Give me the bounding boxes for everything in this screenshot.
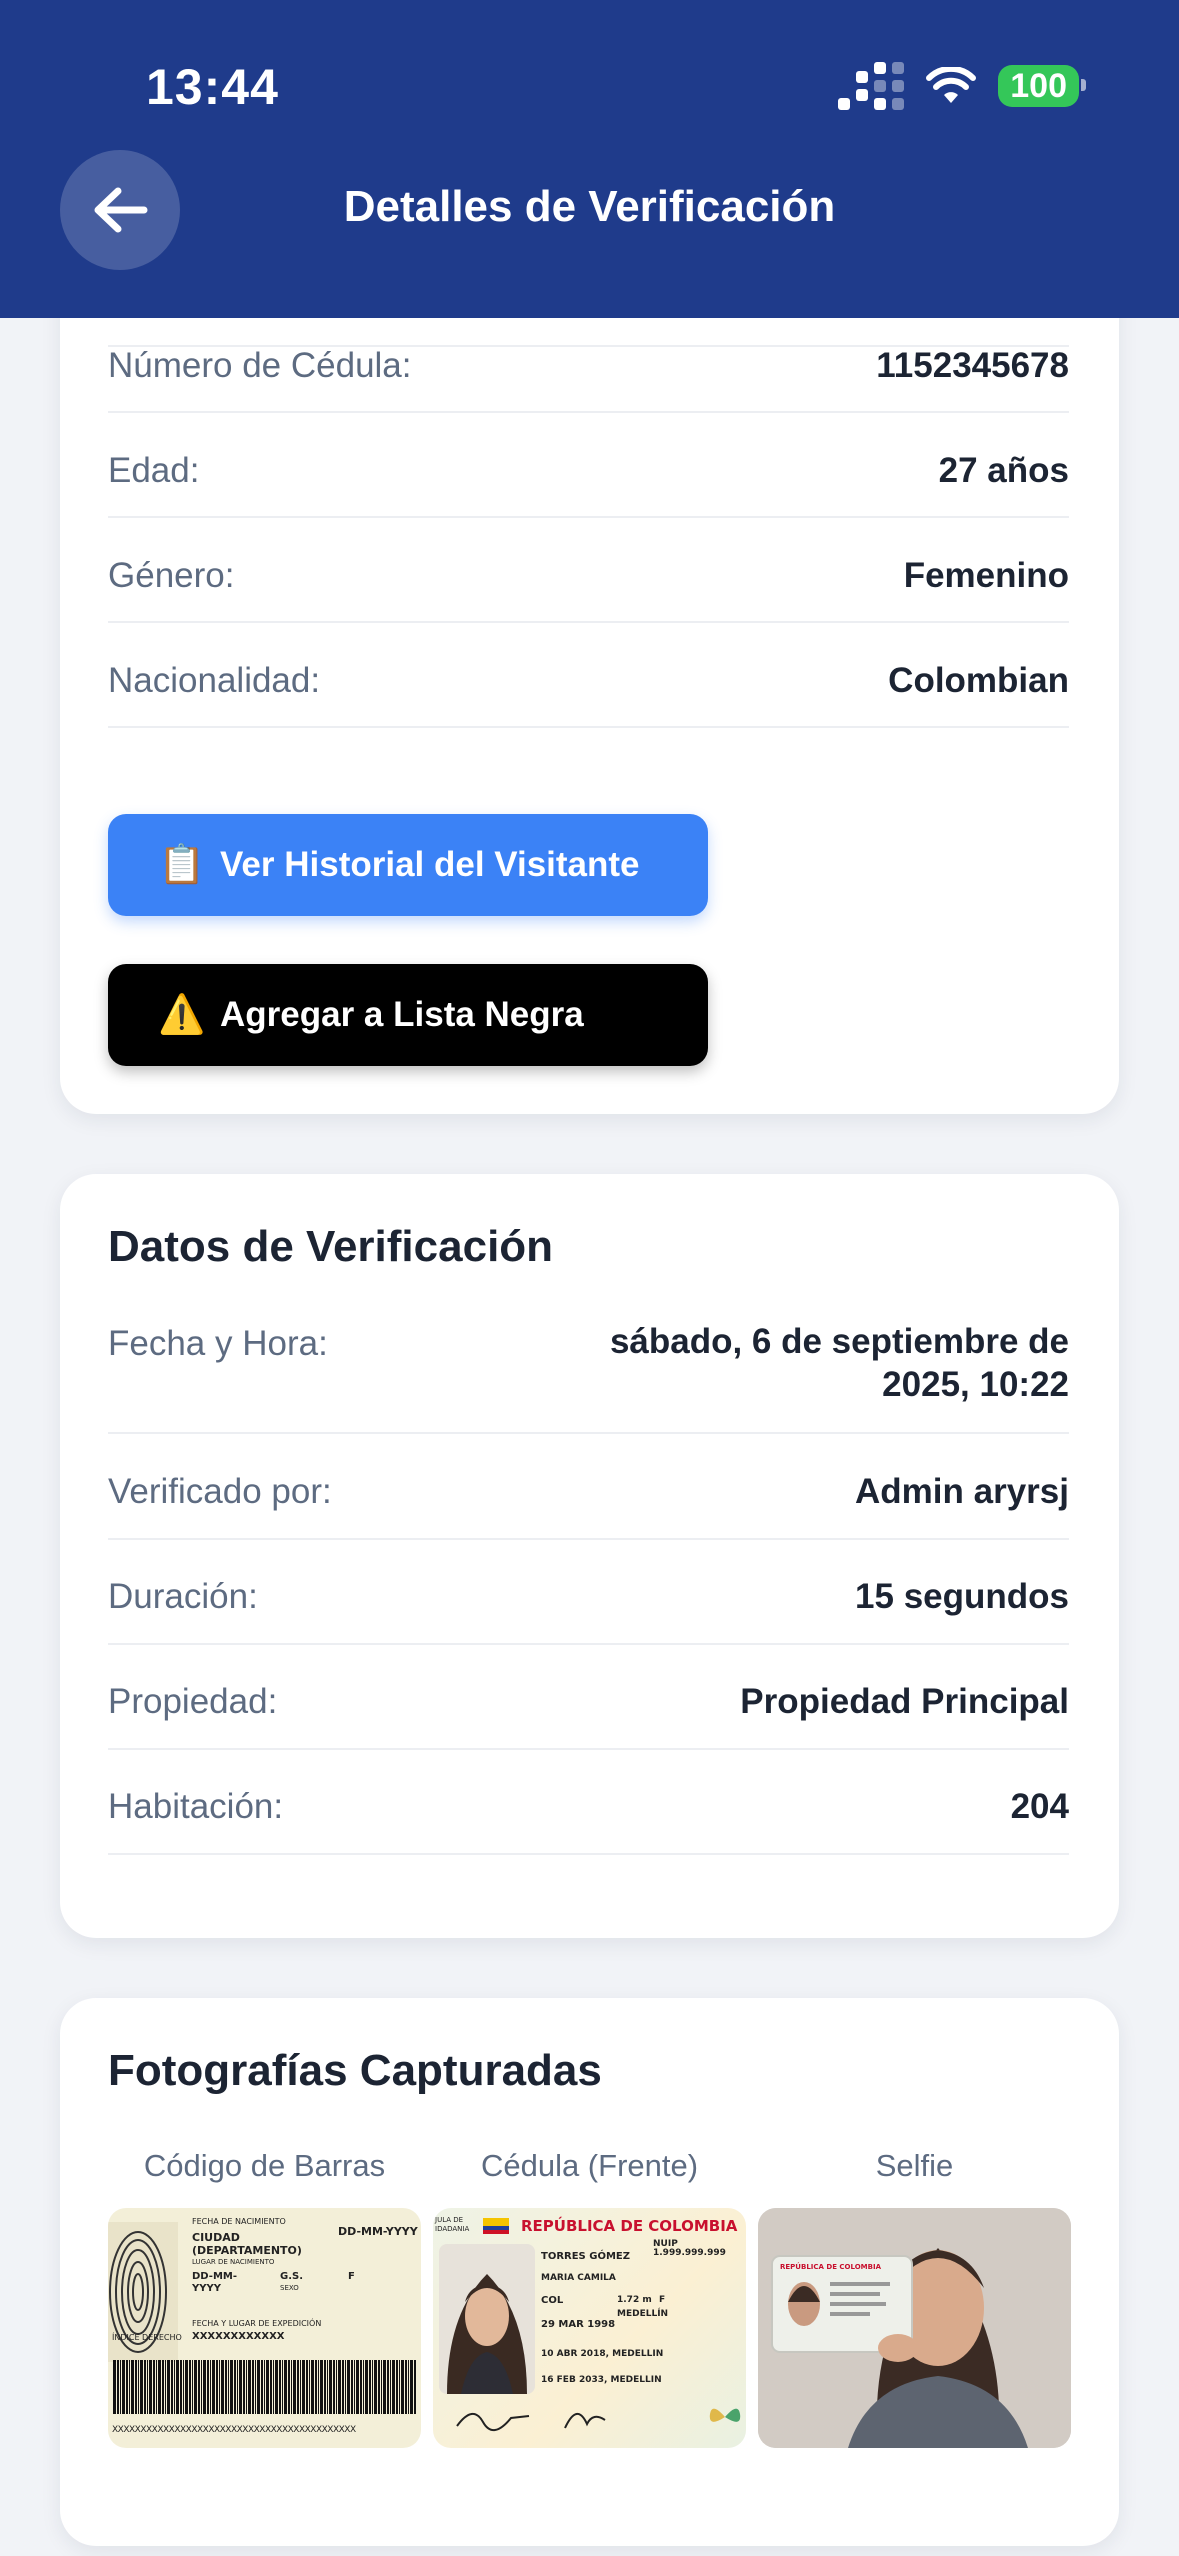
expedition-value: XXXXXXXXXXXX bbox=[192, 2331, 285, 2342]
info-value: Femenino bbox=[903, 556, 1069, 595]
id-birth-date: 29 MAR 1998 bbox=[541, 2319, 616, 2330]
view-history-button[interactable]: 📋 Ver Historial del Visitante bbox=[108, 814, 708, 916]
verification-row-propiedad: Propiedad: Propiedad Principal bbox=[108, 1682, 1069, 1750]
verification-row-duracion: Duración: 15 segundos bbox=[108, 1577, 1069, 1645]
colombia-flag-icon bbox=[483, 2218, 509, 2234]
id-portrait-image bbox=[439, 2244, 535, 2394]
info-row-nacionalidad: Nacionalidad: Colombian bbox=[108, 661, 1069, 728]
verification-title: Datos de Verificación bbox=[108, 1222, 554, 1271]
photo-label-barcode: Código de Barras bbox=[143, 2148, 386, 2183]
year-text: YYYY bbox=[192, 2283, 221, 2294]
butterfly-icon bbox=[709, 2408, 741, 2422]
id-nuip: NUIP 1.999.999.999 bbox=[653, 2239, 726, 2258]
wifi-icon bbox=[926, 67, 977, 103]
verification-row-habitacion: Habitación: 204 bbox=[108, 1787, 1069, 1855]
selfie-image bbox=[758, 2208, 1071, 2448]
info-label: Edad: bbox=[108, 451, 200, 490]
add-blacklist-label: Agregar a Lista Negra bbox=[220, 995, 584, 1034]
birth-value: DD-MM-YYYY bbox=[338, 2225, 418, 2238]
battery-indicator: 100 bbox=[998, 65, 1086, 107]
app-header: 13:44 100 Detalles de Verificación bbox=[0, 0, 1179, 318]
id-front-photo[interactable]: JULA DE IDADANIA REPÚBLICA DE COLOMBIA N… bbox=[433, 2208, 746, 2448]
verification-label: Duración: bbox=[108, 1577, 258, 1616]
info-row-edad: Edad: 27 años bbox=[108, 451, 1069, 518]
clipboard-icon: 📋 bbox=[158, 844, 206, 886]
status-icons: 100 bbox=[838, 62, 1086, 110]
cellular-signal-icon bbox=[838, 62, 905, 110]
date-short: DD-MM- bbox=[192, 2271, 237, 2282]
info-value: Colombian bbox=[888, 661, 1069, 700]
view-history-label: Ver Historial del Visitante bbox=[220, 845, 640, 884]
department-text: (DEPARTAMENTO) bbox=[192, 2244, 302, 2257]
barcode-photo[interactable]: ÍNDICE DERECHO FECHA DE NACIMIENTO DD-MM… bbox=[108, 2208, 421, 2448]
photo-labels: Código de Barras Cédula (Frente) Selfie bbox=[108, 2148, 1071, 2184]
id-country: REPÚBLICA DE COLOMBIA bbox=[521, 2217, 738, 2235]
verification-value: Admin aryrsj bbox=[855, 1472, 1069, 1511]
verification-row-fecha: Fecha y Hora: sábado, 6 de septiembre de… bbox=[108, 1322, 1069, 1434]
info-label: Nacionalidad: bbox=[108, 661, 321, 700]
photo-label-id-front: Cédula (Frente) bbox=[480, 2148, 699, 2183]
selfie-card-country: REPÚBLICA DE COLOMBIA bbox=[780, 2263, 881, 2271]
verification-label: Propiedad: bbox=[108, 1682, 278, 1721]
id-given-name: MARIA CAMILA bbox=[541, 2273, 616, 2283]
sex-label: SEXO bbox=[280, 2284, 299, 2292]
verification-row-verificado: Verificado por: Admin aryrsj bbox=[108, 1472, 1069, 1540]
mrz-line: XXXXXXXXXXXXXXXXXXXXXXXXXXXXXXXXXXXXXXXX… bbox=[112, 2425, 356, 2435]
verification-card: Datos de Verificación Fecha y Hora: sába… bbox=[60, 1174, 1119, 1938]
verification-label: Habitación: bbox=[108, 1787, 284, 1826]
verification-value: 204 bbox=[1010, 1787, 1069, 1826]
info-value: 27 años bbox=[938, 451, 1069, 490]
photo-label-selfie: Selfie bbox=[875, 2148, 954, 2183]
barcode-image bbox=[112, 2360, 417, 2414]
id-header-left: JULA DE IDADANIA bbox=[435, 2216, 470, 2233]
blood-text: G.S. bbox=[280, 2271, 304, 2282]
info-label: Número de Cédula: bbox=[108, 346, 412, 385]
birthplace-label: LUGAR DE NACIMIENTO bbox=[192, 2258, 275, 2266]
info-value: 1152345678 bbox=[876, 346, 1069, 385]
photos-card: Fotografías Capturadas Código de Barras … bbox=[60, 1998, 1119, 2546]
id-birth-place: MEDELLÍN bbox=[617, 2309, 669, 2319]
info-row-genero: Género: Femenino bbox=[108, 556, 1069, 623]
info-row-cedula: Número de Cédula: 1152345678 bbox=[108, 346, 1069, 413]
verification-value: sábado, 6 de septiembre de 2025, 10:22 bbox=[609, 1322, 1069, 1404]
birth-label: FECHA DE NACIMIENTO bbox=[192, 2217, 286, 2226]
verification-value: 15 segundos bbox=[855, 1577, 1069, 1616]
status-time: 13:44 bbox=[146, 59, 279, 115]
id-sex: F bbox=[659, 2295, 666, 2305]
id-nationality: COL bbox=[541, 2295, 564, 2306]
sex-text: F bbox=[348, 2271, 355, 2282]
verification-label: Verificado por: bbox=[108, 1472, 332, 1511]
photos-title: Fotografías Capturadas bbox=[108, 2046, 602, 2095]
photo-gallery: ÍNDICE DERECHO FECHA DE NACIMIENTO DD-MM… bbox=[108, 2208, 1071, 2448]
info-label: Género: bbox=[108, 556, 235, 595]
signature-image bbox=[456, 2413, 606, 2431]
verification-value: Propiedad Principal bbox=[740, 1682, 1069, 1721]
add-blacklist-button[interactable]: ⚠️ Agregar a Lista Negra bbox=[108, 964, 708, 1066]
thumb-label: ÍNDICE DERECHO bbox=[112, 2333, 182, 2342]
expedition-label: FECHA Y LUGAR DE EXPEDICIÓN bbox=[192, 2319, 322, 2328]
warning-icon: ⚠️ bbox=[158, 994, 206, 1036]
page-title: Detalles de Verificación bbox=[343, 182, 836, 231]
id-height: 1.72 m bbox=[617, 2295, 652, 2305]
city-text: CIUDAD bbox=[192, 2231, 240, 2244]
verification-label: Fecha y Hora: bbox=[108, 1324, 328, 1363]
selfie-photo[interactable]: REPÚBLICA DE COLOMBIA bbox=[758, 2208, 1071, 2448]
id-issue: 10 ABR 2018, MEDELLIN bbox=[541, 2349, 664, 2359]
id-expiry: 16 FEB 2033, MEDELLIN bbox=[541, 2375, 662, 2385]
id-surname: TORRES GÓMEZ bbox=[541, 2251, 630, 2262]
